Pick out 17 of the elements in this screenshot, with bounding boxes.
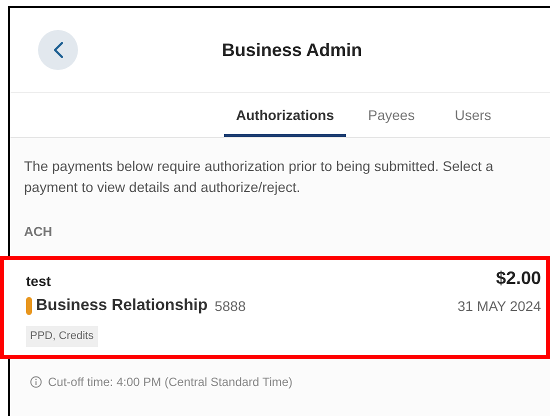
payment-name: test — [26, 272, 51, 291]
account-number: 5888 — [214, 296, 246, 316]
cutoff-text: Cut-off time: 4:00 PM (Central Standard Time) — [48, 374, 293, 391]
page-title: Business Admin — [220, 38, 362, 62]
account-name: Business Relationship — [36, 296, 208, 316]
payment-amount: $2.00 — [496, 267, 541, 290]
tab[interactable]: Payees — [350, 93, 433, 137]
tab[interactable]: Users — [436, 93, 510, 137]
section-label: ACH — [24, 224, 52, 239]
tab[interactable]: Authorizations — [224, 93, 346, 137]
intro-text: The payments below require authorization prior to being submitted. Select a payment to view details and authorize/reject. — [24, 157, 494, 197]
back-button[interactable] — [38, 30, 78, 70]
payment-date: 31 MAY 2024 — [457, 296, 541, 316]
payment-tag: PPD, Credits — [26, 326, 98, 346]
back-icon — [52, 41, 64, 59]
payment-row[interactable]: test $2.00 Business Relationship 5888 31 MAY 2024 PPD, Credits — [0, 256, 550, 359]
info-icon — [30, 376, 42, 388]
